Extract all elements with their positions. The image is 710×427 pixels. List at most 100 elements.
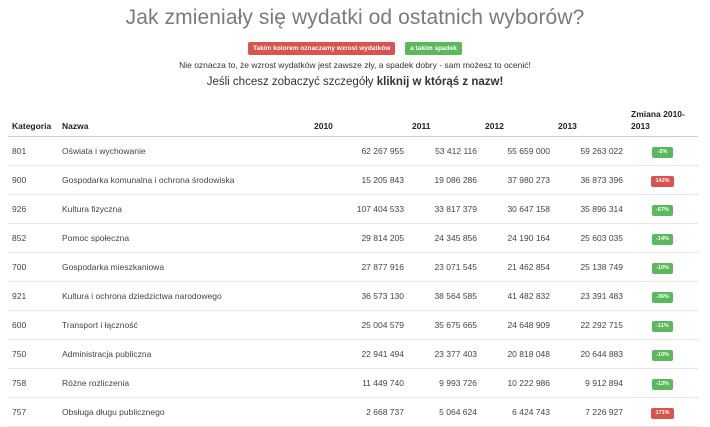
- value-2012-cell: 24 190 164: [481, 223, 554, 253]
- table-header-row: Kategoria Nazwa 2010 2011 2012 2013 Zmia…: [8, 98, 698, 137]
- value-2011-cell: 35 675 665: [408, 310, 481, 340]
- table-row: 801 Oświata i wychowanie 62 267 955 53 412 …: [8, 136, 698, 166]
- column-header-category[interactable]: Kategoria: [8, 98, 58, 137]
- legend-decrease-badge: a takim spadek: [405, 42, 462, 55]
- category-name-link[interactable]: Kultura i ochrona dziedzictwa narodowego: [58, 281, 310, 311]
- value-2010-cell: 11 449 740: [310, 368, 408, 398]
- value-2013-cell: 25 603 035: [554, 223, 627, 253]
- value-2012-cell: 55 659 000: [481, 136, 554, 166]
- value-2013-cell: 9 912 894: [554, 368, 627, 398]
- value-2010-cell: 2 668 737: [310, 397, 408, 427]
- value-2012-cell: 24 648 909: [481, 310, 554, 340]
- change-cell: -67%: [627, 194, 698, 224]
- table-row: 900 Gospodarka komunalna i ochrona środow…: [8, 165, 698, 195]
- spending-table: Kategoria Nazwa 2010 2011 2012 2013 Zmia…: [8, 98, 698, 427]
- value-2010-cell: 107 404 533: [310, 194, 408, 224]
- category-name-link[interactable]: Pomoc społeczna: [58, 223, 310, 253]
- column-header-2013[interactable]: 2013: [554, 98, 627, 137]
- category-name-link[interactable]: Kultura fizyczna: [58, 194, 310, 224]
- category-cell: 926: [8, 194, 58, 224]
- table-row: 600 Transport i łączność 25 004 579 35 675 …: [8, 310, 698, 340]
- value-2013-cell: 7 226 927: [554, 397, 627, 427]
- table-row: 852 Pomoc społeczna 29 814 205 24 345 856 24…: [8, 223, 698, 253]
- category-cell: 600: [8, 310, 58, 340]
- category-cell: 801: [8, 136, 58, 166]
- value-2010-cell: 27 877 916: [310, 252, 408, 282]
- change-cell: -5%: [627, 136, 698, 166]
- table-row: 700 Gospodarka mieszkaniowa 27 877 916 23 0…: [8, 252, 698, 282]
- decrease-badge: -14%: [652, 233, 673, 245]
- column-header-change[interactable]: Zmiana 2010-2013: [627, 98, 698, 137]
- decrease-badge: -13%: [652, 378, 673, 390]
- change-cell: -10%: [627, 252, 698, 282]
- category-name-link[interactable]: Różne rozliczenia: [58, 368, 310, 398]
- category-name-link[interactable]: Obsługa długu publicznego: [58, 397, 310, 427]
- value-2012-cell: 37 980 273: [481, 165, 554, 195]
- value-2012-cell: 10 222 986: [481, 368, 554, 398]
- category-cell: 750: [8, 339, 58, 369]
- change-cell: -14%: [627, 223, 698, 253]
- change-cell: 171%: [627, 397, 698, 427]
- category-name-link[interactable]: Gospodarka mieszkaniowa: [58, 252, 310, 282]
- change-cell: 142%: [627, 165, 698, 195]
- value-2013-cell: 20 644 883: [554, 339, 627, 369]
- decrease-badge: -10%: [652, 262, 673, 274]
- value-2013-cell: 23 391 483: [554, 281, 627, 311]
- category-cell: 921: [8, 281, 58, 311]
- value-2010-cell: 25 004 579: [310, 310, 408, 340]
- decrease-badge: -67%: [652, 204, 673, 216]
- value-2012-cell: 30 647 158: [481, 194, 554, 224]
- page-title: Jak zmieniały się wydatki od ostatnich w…: [125, 6, 585, 29]
- table-row: 757 Obsługa długu publicznego 2 668 737 5 0…: [8, 397, 698, 427]
- value-2011-cell: 23 377 403: [408, 339, 481, 369]
- color-legend: Takim kolorem oznaczamy wzrost wydatków …: [0, 42, 710, 55]
- value-2013-cell: 25 138 749: [554, 252, 627, 282]
- decrease-badge: -5%: [652, 146, 673, 158]
- decrease-badge: -36%: [652, 291, 673, 303]
- category-name-link[interactable]: Administracja publiczna: [58, 339, 310, 369]
- change-cell: -13%: [627, 368, 698, 398]
- call-to-action: Jeśli chcesz zobaczyć szczegóły kliknij …: [0, 76, 710, 88]
- value-2013-cell: 36 873 396: [554, 165, 627, 195]
- value-2013-cell: 22 292 715: [554, 310, 627, 340]
- category-cell: 757: [8, 397, 58, 427]
- category-name-link[interactable]: Gospodarka komunalna i ochrona środowisk…: [58, 165, 310, 195]
- category-cell: 758: [8, 368, 58, 398]
- table-row: 921 Kultura i ochrona dziedzictwa narodow…: [8, 281, 698, 311]
- category-name-link[interactable]: Oświata i wychowanie: [58, 136, 310, 166]
- category-cell: 700: [8, 252, 58, 282]
- value-2011-cell: 23 071 545: [408, 252, 481, 282]
- change-cell: -11%: [627, 310, 698, 340]
- value-2010-cell: 29 814 205: [310, 223, 408, 253]
- value-2012-cell: 41 482 832: [481, 281, 554, 311]
- value-2010-cell: 36 573 130: [310, 281, 408, 311]
- disclaimer-note: Nie oznacza to, że wzrost wydatków jest …: [179, 60, 531, 70]
- value-2011-cell: 33 817 379: [408, 194, 481, 224]
- legend-increase-badge: Takim kolorem oznaczamy wzrost wydatków: [248, 42, 396, 55]
- category-name-link[interactable]: Transport i łączność: [58, 310, 310, 340]
- category-cell: 900: [8, 165, 58, 195]
- value-2013-cell: 59 263 022: [554, 136, 627, 166]
- change-cell: -36%: [627, 281, 698, 311]
- value-2012-cell: 6 424 743: [481, 397, 554, 427]
- column-header-2012[interactable]: 2012: [481, 98, 554, 137]
- column-header-2011[interactable]: 2011: [408, 98, 481, 137]
- value-2010-cell: 22 941 494: [310, 339, 408, 369]
- value-2011-cell: 19 086 286: [408, 165, 481, 195]
- value-2010-cell: 15 205 843: [310, 165, 408, 195]
- value-2011-cell: 5 064 624: [408, 397, 481, 427]
- value-2011-cell: 53 412 116: [408, 136, 481, 166]
- cta-prefix: Jeśli chcesz zobaczyć szczegóły: [206, 76, 377, 88]
- value-2010-cell: 62 267 955: [310, 136, 408, 166]
- value-2011-cell: 38 564 585: [408, 281, 481, 311]
- column-header-2010[interactable]: 2010: [310, 98, 408, 137]
- value-2012-cell: 20 818 048: [481, 339, 554, 369]
- decrease-badge: -11%: [652, 320, 673, 332]
- increase-badge: 142%: [651, 175, 674, 187]
- value-2012-cell: 21 462 854: [481, 252, 554, 282]
- value-2011-cell: 24 345 856: [408, 223, 481, 253]
- table-row: 750 Administracja publiczna 22 941 494 23 3…: [8, 339, 698, 369]
- column-header-name[interactable]: Nazwa: [58, 98, 310, 137]
- cta-bold: kliknij w którąś z nazw!: [376, 76, 504, 88]
- decrease-badge: -10%: [652, 349, 673, 361]
